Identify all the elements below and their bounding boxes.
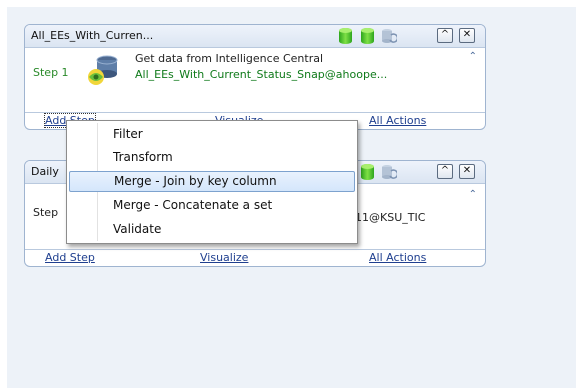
intelligence-central-icon[interactable] xyxy=(85,54,121,86)
database-sync-icon[interactable] xyxy=(381,164,397,180)
close-button[interactable]: ✕ xyxy=(459,164,475,179)
all-actions-link[interactable]: All Actions xyxy=(369,251,426,264)
panel-2-title: Daily xyxy=(31,165,59,178)
add-step-context-menu: Filter Transform Merge - Join by key col… xyxy=(66,120,358,244)
database-icon[interactable] xyxy=(339,28,352,44)
panel-2-footer: Add Step Visualize All Actions xyxy=(25,249,485,266)
close-icon: ✕ xyxy=(462,29,472,40)
visualize-link[interactable]: Visualize xyxy=(200,251,248,264)
panel-1-header: All_EEs_With_Curren... ^ ✕ xyxy=(25,25,485,48)
step-label: Step 1 xyxy=(33,66,69,79)
collapse-icon[interactable]: ⌃ xyxy=(469,51,477,62)
panel-1-title: All_EEs_With_Curren... xyxy=(31,29,154,42)
chevron-up-icon: ^ xyxy=(440,29,450,40)
step-source-name[interactable]: All_EEs_With_Current_Status_Snap@ahoope.… xyxy=(135,68,387,81)
add-step-link[interactable]: Add Step xyxy=(45,251,95,264)
close-icon: ✕ xyxy=(462,165,472,176)
minimize-button[interactable]: ^ xyxy=(437,164,453,179)
step-source-name[interactable]: 11@KSU_TIC xyxy=(355,211,425,224)
all-actions-link[interactable]: All Actions xyxy=(369,114,426,127)
menu-item-validate[interactable]: Validate xyxy=(69,219,355,240)
chevron-up-icon: ^ xyxy=(440,165,450,176)
menu-item-merge-join[interactable]: Merge - Join by key column xyxy=(69,171,355,192)
menu-item-filter[interactable]: Filter xyxy=(69,124,355,145)
workflow-panel-1: All_EEs_With_Curren... ^ ✕ Step 1 Get da… xyxy=(24,24,486,130)
menu-item-transform[interactable]: Transform xyxy=(69,147,355,168)
database-sync-icon[interactable] xyxy=(381,28,397,44)
menu-item-merge-concatenate[interactable]: Merge - Concatenate a set xyxy=(69,195,355,216)
close-button[interactable]: ✕ xyxy=(459,28,475,43)
database-icon[interactable] xyxy=(361,28,374,44)
minimize-button[interactable]: ^ xyxy=(437,28,453,43)
step-source-text: Get data from Intelligence Central xyxy=(135,52,324,65)
step-label: Step xyxy=(33,206,59,219)
database-icon[interactable] xyxy=(361,164,374,180)
collapse-icon[interactable]: ⌃ xyxy=(469,189,477,200)
